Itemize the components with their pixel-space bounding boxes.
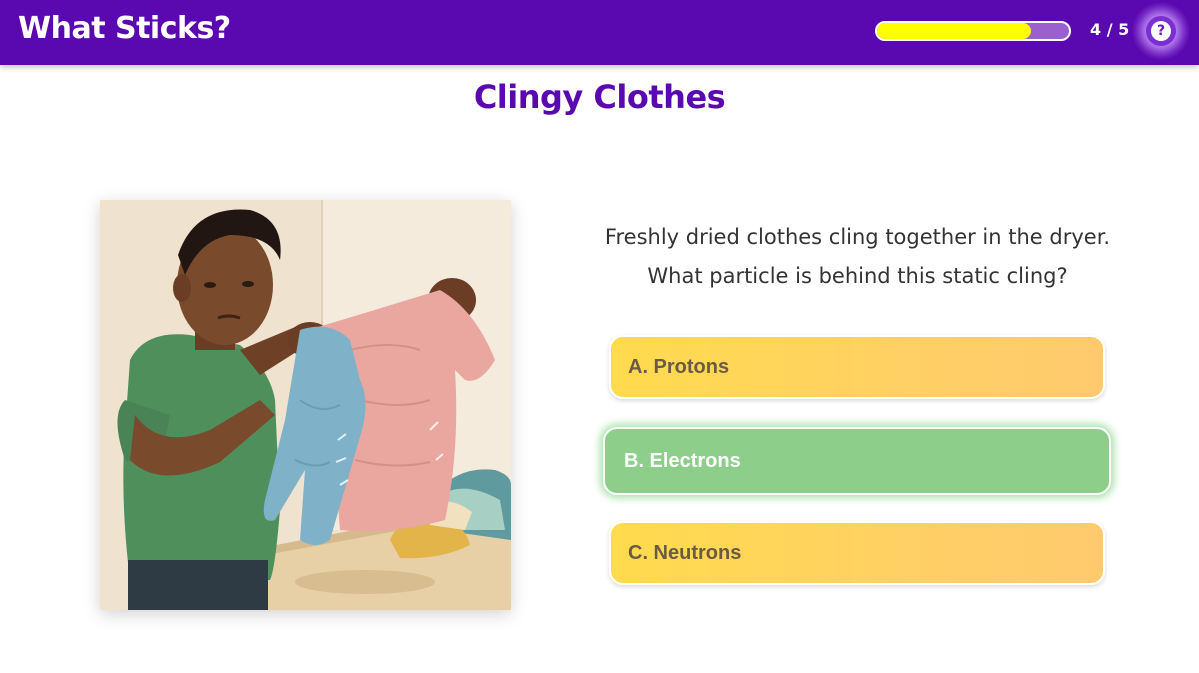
question-circle-icon: ? bbox=[1151, 21, 1171, 41]
answer-option-label: A. Protons bbox=[628, 356, 730, 378]
help-button[interactable]: ? bbox=[1146, 16, 1176, 46]
page-title: Clingy Clothes bbox=[473, 78, 726, 116]
progress-bar-fill bbox=[877, 23, 1031, 39]
answer-option-c[interactable]: C. Neutrons bbox=[609, 521, 1105, 585]
progress-count: 4 / 5 bbox=[1090, 20, 1130, 39]
answer-option-label: B. Electrons bbox=[624, 450, 741, 472]
app-title: What Sticks? bbox=[18, 11, 231, 46]
question-text: Freshly dried clothes cling together in … bbox=[580, 218, 1135, 296]
top-bar: What Sticks? 4 / 5 ? bbox=[0, 0, 1199, 65]
progress-bar bbox=[875, 21, 1071, 41]
question-line: Freshly dried clothes cling together in … bbox=[604, 225, 1111, 249]
illustration-boy-holding-clothes bbox=[100, 200, 511, 610]
answer-option-a[interactable]: A. Protons bbox=[609, 335, 1105, 399]
answer-option-label: C. Neutrons bbox=[628, 542, 742, 564]
answer-option-b[interactable]: B. Electrons bbox=[603, 427, 1111, 495]
question-line: What particle is behind this static clin… bbox=[647, 264, 1068, 288]
